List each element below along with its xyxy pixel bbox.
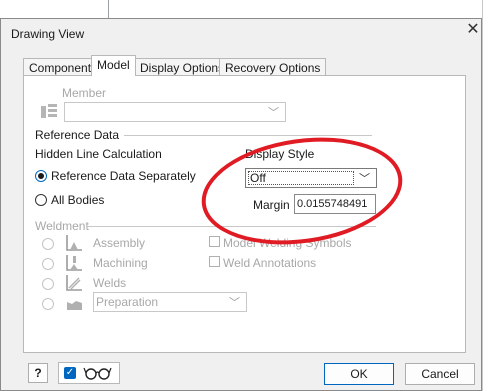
tab-component[interactable]: Component xyxy=(23,58,98,76)
glasses-icon[interactable] xyxy=(83,365,113,384)
assembly-icon xyxy=(65,234,83,255)
reference-data-separately-label[interactable]: Reference Data Separately xyxy=(51,169,196,183)
preparation-value: Preparation xyxy=(96,295,159,309)
drawing-view-dialog: Drawing View ✕ Component Model Display O… xyxy=(0,18,482,391)
ok-button[interactable]: OK xyxy=(324,363,394,385)
chevron-down-icon: ﹀ xyxy=(229,297,240,309)
chevron-down-icon: ﹀ xyxy=(268,107,279,119)
machining-radio[interactable] xyxy=(42,258,54,270)
reference-data-section-label: Reference Data xyxy=(35,128,120,142)
reference-data-separately-radio[interactable] xyxy=(35,170,47,182)
member-label: Member xyxy=(62,86,107,100)
tab-display-options[interactable]: Display Options xyxy=(134,58,231,76)
weld-annotations-label: Weld Annotations xyxy=(223,256,317,270)
help-icon[interactable]: ? xyxy=(28,363,48,383)
weldment-section-label: Weldment xyxy=(35,219,89,233)
assembly-radio[interactable] xyxy=(42,238,54,250)
welds-label: Welds xyxy=(93,276,127,290)
tab-model[interactable]: Model xyxy=(91,55,136,76)
assembly-label: Assembly xyxy=(93,236,146,250)
background-window xyxy=(0,0,488,18)
welds-radio[interactable] xyxy=(42,278,54,290)
member-icon xyxy=(40,102,58,123)
background-edge xyxy=(482,0,488,391)
machining-icon xyxy=(65,254,83,275)
all-bodies-label[interactable]: All Bodies xyxy=(51,193,104,207)
dialog-title: Drawing View xyxy=(11,27,85,41)
preparation-radio[interactable] xyxy=(42,298,54,310)
all-bodies-radio[interactable] xyxy=(35,194,47,206)
cancel-button[interactable]: Cancel xyxy=(405,363,475,385)
machining-label: Machining xyxy=(93,256,148,270)
checked-checkbox-icon[interactable]: ✓ xyxy=(64,367,76,379)
welds-icon xyxy=(65,274,83,295)
hidden-line-calculation-label: Hidden Line Calculation xyxy=(35,147,162,161)
weld-annotations-checkbox[interactable] xyxy=(209,256,220,267)
preparation-combo[interactable]: Preparation ﹀ xyxy=(93,292,247,312)
background-divider xyxy=(108,0,109,18)
close-icon[interactable]: ✕ xyxy=(465,22,481,38)
view-toggle-group: ✓ xyxy=(58,362,120,384)
reference-data-divider xyxy=(124,135,372,136)
member-combo[interactable]: ﹀ xyxy=(64,102,286,122)
tab-recovery-options[interactable]: Recovery Options xyxy=(219,58,327,76)
preparation-icon xyxy=(65,294,83,315)
model-welding-symbols-checkbox[interactable] xyxy=(209,236,220,247)
